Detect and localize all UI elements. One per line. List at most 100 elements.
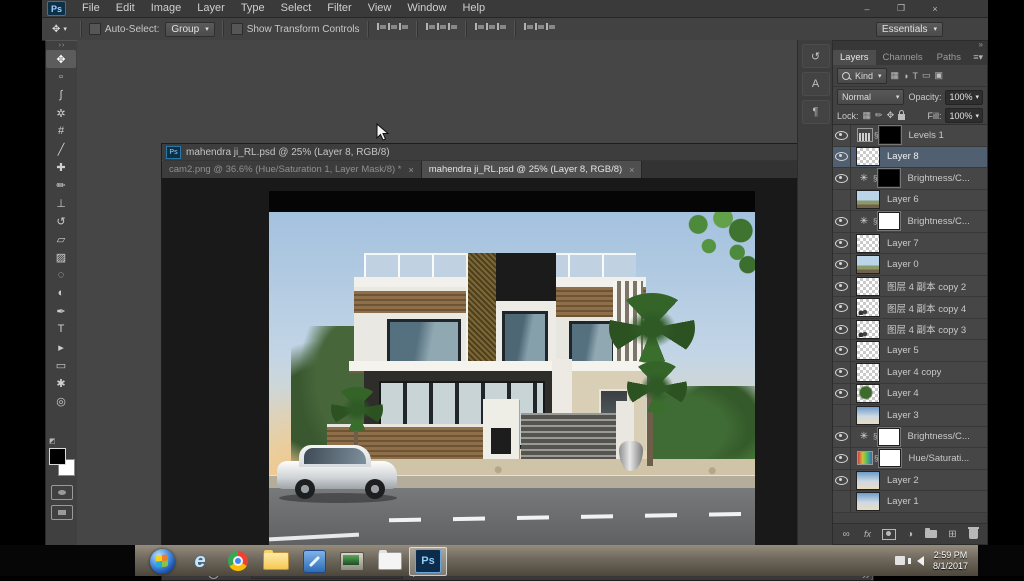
eyedropper-tool[interactable]: ╱ [46,140,76,158]
layer-row[interactable]: Layer 2 [833,470,987,492]
visibility-toggle[interactable] [833,147,851,168]
tab-layers[interactable]: Layers [833,50,876,65]
tray-app-icon[interactable] [895,556,905,565]
opacity-field[interactable]: 100% ▾ [945,90,983,105]
layer-thumbnail[interactable] [856,255,880,274]
visibility-toggle[interactable] [833,340,851,361]
layer-row[interactable]: Layer 6 [833,190,987,212]
current-tool-icon[interactable]: ✥ ▾ [52,24,67,35]
visibility-toggle[interactable] [833,211,851,232]
internet-explorer-icon[interactable]: e [181,547,219,576]
tab-close-icon[interactable]: × [408,165,413,175]
menu-help[interactable]: Help [454,0,493,17]
crop-tool[interactable]: # [46,122,76,140]
layer-thumbnail[interactable] [856,147,880,166]
menu-select[interactable]: Select [273,0,320,17]
document-tab-2[interactable]: mahendra ji_RL.psd @ 25% (Layer 8, RGB/8… [422,161,643,178]
align-bottom-icon[interactable] [447,21,458,32]
lock-transparency-icon[interactable]: ▦ [863,110,872,121]
quick-mask-button[interactable] [51,485,73,500]
filter-shape-icon[interactable]: ▭ [922,70,931,81]
show-transform-checkbox[interactable] [231,23,243,35]
align-top-icon[interactable] [425,21,436,32]
blue-tool-app-icon[interactable] [295,547,333,576]
tab-paths[interactable]: Paths [930,50,968,65]
brightness-adjustment-icon[interactable]: ✳ [856,171,872,186]
layer-row[interactable]: §Levels 1 [833,125,987,147]
filter-kind-dropdown[interactable]: Kind ▾ [837,68,887,84]
folder-app-icon[interactable] [371,547,409,576]
layer-thumbnail[interactable] [856,341,880,360]
new-layer-icon[interactable]: ⊞ [945,527,961,541]
blend-mode-dropdown[interactable]: Normal ▾ [837,89,904,105]
visibility-toggle[interactable] [833,319,851,340]
default-swatches-icon[interactable]: ◩ [49,437,61,446]
marquee-tool[interactable]: ▫ [46,68,76,86]
visibility-toggle[interactable] [833,470,851,491]
type-tool[interactable]: T [46,320,76,338]
brush-tool[interactable]: ✏ [46,176,76,194]
layer-row[interactable]: Layer 4 copy [833,362,987,384]
layer-mask-thumbnail[interactable] [878,169,900,187]
align-h-center-icon[interactable] [387,21,398,32]
visibility-toggle[interactable] [833,168,851,189]
history-panel-icon[interactable]: ↺ [802,44,830,68]
layer-group-icon[interactable] [923,527,939,541]
gradient-tool[interactable]: ▨ [46,248,76,266]
layer-thumbnail[interactable] [856,492,880,511]
visibility-toggle[interactable] [833,190,851,211]
menu-file[interactable]: File [74,0,108,17]
visibility-toggle[interactable] [833,125,851,146]
paragraph-panel-icon[interactable]: ¶ [802,100,830,124]
align-right-icon[interactable] [398,21,409,32]
visibility-toggle[interactable] [833,448,851,469]
menu-filter[interactable]: Filter [319,0,359,17]
layer-mask-thumbnail[interactable] [878,428,900,446]
layer-row[interactable]: Layer 4 [833,384,987,406]
layer-thumbnail[interactable] [856,190,880,209]
layer-row[interactable]: ✳§Brightness/C... [833,427,987,449]
screen-mode-button[interactable] [51,505,73,520]
layer-style-icon[interactable]: fx [860,527,876,541]
layer-thumbnail[interactable] [856,234,880,253]
visibility-toggle[interactable] [833,254,851,275]
filter-adjustment-icon[interactable]: ◑ [903,71,908,81]
menu-edit[interactable]: Edit [108,0,143,17]
layer-row[interactable]: Layer 8 [833,147,987,169]
house-rendering-image[interactable] [269,191,755,553]
filter-type-icon[interactable]: T [912,71,918,81]
visibility-toggle[interactable] [833,233,851,254]
layer-thumbnail[interactable] [856,363,880,382]
lock-all-icon[interactable] [898,114,905,120]
taskbar-clock[interactable]: 2:59 PM 8/1/2017 [933,550,968,572]
layer-row[interactable]: Layer 0 [833,254,987,276]
layer-row[interactable]: ✳§Brightness/C... [833,211,987,233]
align-left-icon[interactable] [376,21,387,32]
start-button[interactable] [143,547,181,576]
dist-bottom-icon[interactable] [496,21,507,32]
hue-saturation-adjustment-icon[interactable] [857,451,873,465]
move-tool[interactable]: ✥ [46,50,76,68]
zoom-tool[interactable]: ◎ [46,392,76,410]
chrome-icon[interactable] [219,547,257,576]
layer-row[interactable]: Layer 1 [833,491,987,513]
panel-collapse-icon[interactable]: » [833,41,987,50]
dist-left-icon[interactable] [523,21,534,32]
pen-tool[interactable]: ✒ [46,302,76,320]
tab-channels[interactable]: Channels [876,50,930,65]
layer-row[interactable]: 图层 4 副本 copy 3 [833,319,987,341]
lock-pixels-icon[interactable]: ✏ [875,110,883,121]
layer-thumbnail[interactable] [856,406,880,425]
visibility-toggle[interactable] [833,297,851,318]
toolbox-grip[interactable]: ›› [46,41,78,50]
fill-field[interactable]: 100% ▾ [945,108,983,123]
menu-view[interactable]: View [360,0,400,17]
layer-mask-icon[interactable] [881,527,897,541]
layer-thumbnail[interactable] [856,471,880,490]
layer-row[interactable]: Layer 3 [833,405,987,427]
blur-tool[interactable]: ◌ [46,266,76,284]
workspace-switcher-dropdown[interactable]: Essentials ▾ [876,22,943,37]
dist-v-center-icon[interactable] [485,21,496,32]
brightness-adjustment-icon[interactable]: ✳ [856,214,872,229]
link-layers-icon[interactable]: ∞ [838,527,854,541]
